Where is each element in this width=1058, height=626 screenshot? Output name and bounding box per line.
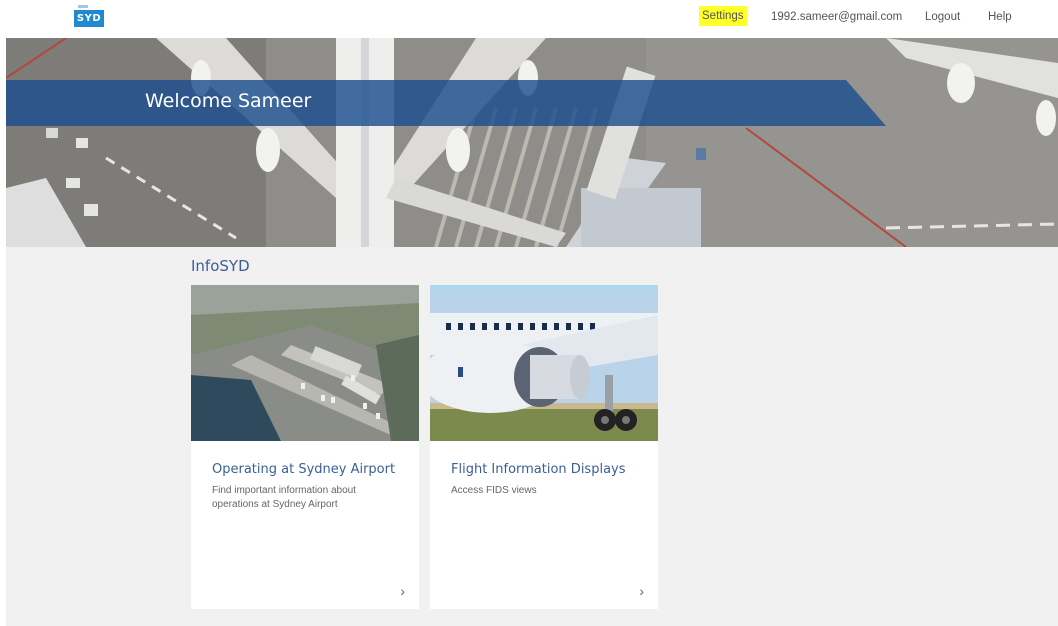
chevron-right-icon[interactable]: ›: [639, 583, 644, 599]
top-bar: SYD Settings 1992.sameer@gmail.com Logou…: [0, 0, 1058, 38]
section-title: InfoSYD: [191, 257, 250, 275]
aerial-airport-image: [191, 285, 419, 441]
card-description: Find important information about operati…: [212, 485, 356, 510]
settings-link[interactable]: Settings: [699, 6, 747, 26]
help-link[interactable]: Help: [988, 0, 1012, 34]
airport-apron-photo: [6, 38, 1058, 247]
logout-link[interactable]: Logout: [925, 0, 960, 34]
card-description: Access FIDS views: [451, 485, 537, 496]
aircraft-engine-image: [430, 285, 658, 441]
chevron-right-icon[interactable]: ›: [400, 583, 405, 599]
logo-mark: [78, 5, 88, 8]
hero-banner-image: Welcome Sameer: [6, 38, 1058, 247]
card-operating-at-sydney-airport[interactable]: Operating at Sydney Airport Find importa…: [191, 285, 419, 609]
card-flight-information-displays[interactable]: Flight Information Displays Access FIDS …: [430, 285, 658, 609]
welcome-banner-bar: [6, 80, 886, 126]
card-title[interactable]: Flight Information Displays: [451, 462, 626, 477]
user-email-link[interactable]: 1992.sameer@gmail.com: [771, 0, 902, 34]
main-content: InfoSYD Operating at Sydney Airport Find…: [6, 247, 1058, 626]
syd-logo[interactable]: SYD: [74, 10, 104, 27]
welcome-heading: Welcome Sameer: [145, 90, 312, 112]
card-title[interactable]: Operating at Sydney Airport: [212, 462, 395, 477]
